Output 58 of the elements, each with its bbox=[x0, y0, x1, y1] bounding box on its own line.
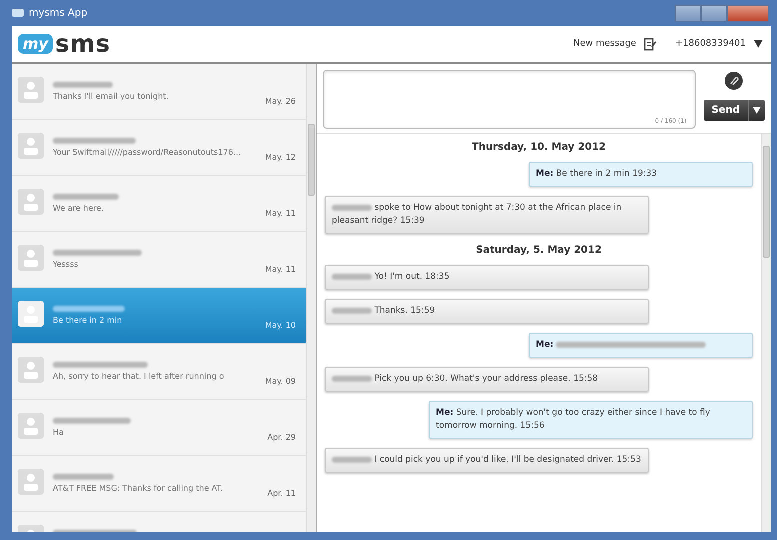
received-message: Yo! I'm out. 18:35 bbox=[325, 265, 649, 290]
message-preview: Yessss bbox=[53, 260, 80, 271]
new-message-button[interactable]: New message bbox=[574, 39, 636, 49]
redacted-name bbox=[332, 274, 372, 280]
date-separator: Thursday, 10. May 2012 bbox=[472, 142, 606, 153]
date-separator: Saturday, 5. May 2012 bbox=[476, 245, 602, 256]
conversation-item[interactable]: Your Swiftmail/////password/Reasonutouts176... May. 12 bbox=[12, 120, 306, 176]
app-icon bbox=[12, 9, 24, 17]
dropdown-caret-icon[interactable] bbox=[754, 40, 763, 48]
conversation-date: May. 11 bbox=[265, 264, 296, 274]
send-options-caret-icon[interactable] bbox=[753, 107, 761, 114]
redacted-name bbox=[332, 456, 372, 463]
conversation-item[interactable]: Be there in 2 min May. 10 bbox=[12, 288, 306, 344]
conversation-date: May. 26 bbox=[265, 96, 296, 106]
paperclip-icon[interactable] bbox=[725, 72, 744, 90]
sent-message: Me: bbox=[529, 333, 753, 358]
redacted-name bbox=[332, 376, 372, 382]
received-message: spoke to How about tonight at 7:30 at the African place in pleasant ridge? 15:39 bbox=[325, 196, 649, 234]
conversation-date: Apr. 29 bbox=[268, 432, 296, 442]
conversation-date: May. 11 bbox=[265, 208, 296, 218]
avatar-icon bbox=[18, 301, 44, 327]
redacted-name bbox=[332, 204, 372, 211]
close-button[interactable] bbox=[727, 4, 769, 22]
conversation-item[interactable]: We are here. May. 11 bbox=[12, 176, 306, 232]
redacted-name bbox=[53, 82, 113, 88]
redacted-name bbox=[53, 306, 125, 312]
minimize-button[interactable] bbox=[675, 4, 701, 22]
phone-number[interactable]: +18608339401 bbox=[675, 39, 746, 49]
window-title: mysms App bbox=[29, 8, 88, 18]
message-preview: Ha bbox=[53, 428, 65, 439]
conversation-date: May. 12 bbox=[265, 152, 296, 162]
received-message: I could pick you up if you'd like. I'll be designated driver. 15:53 bbox=[325, 448, 649, 473]
maximize-button[interactable] bbox=[701, 4, 727, 22]
message-preview: Your Swiftmail/////password/Reasonutouts176... bbox=[53, 148, 242, 159]
message-preview: Thanks I'll email you tonight. bbox=[53, 92, 170, 103]
sent-message: Me: Be there in 2 min 19:33 bbox=[529, 162, 753, 187]
conversation-date: Apr. 11 bbox=[268, 488, 296, 498]
logo-badge: my bbox=[18, 34, 54, 54]
redacted-name bbox=[332, 308, 372, 314]
received-message: Thanks. 15:59 bbox=[325, 299, 649, 324]
conversation-item[interactable]: Thanks I'll email you tonight. May. 26 bbox=[12, 64, 306, 120]
logo-text: sms bbox=[55, 30, 110, 58]
conversation-item[interactable]: AT&T FREE MSG: Thanks for calling the AT. Apr. 11 bbox=[12, 456, 306, 512]
sent-message: Me: Sure. I probably won't go too crazy either since I have to fly tomorrow morning. 15:56 bbox=[429, 401, 753, 439]
redacted-name bbox=[53, 474, 114, 480]
conversation-item[interactable]: Ha Apr. 29 bbox=[12, 400, 306, 456]
conversation-item[interactable]: Ah, sorry to hear that. I left after running o May. 09 bbox=[12, 344, 306, 400]
scrollbar[interactable] bbox=[306, 64, 316, 532]
message-preview: Ah, sorry to hear that. I left after running o bbox=[53, 372, 226, 383]
scrollbar[interactable] bbox=[761, 134, 771, 532]
message-preview: AT&T FREE MSG: Thanks for calling the AT. bbox=[53, 484, 224, 495]
compose-icon[interactable] bbox=[644, 38, 658, 50]
received-message: Pick you up 6:30. What's your address please. 15:58 bbox=[325, 367, 649, 392]
redacted-name bbox=[53, 194, 119, 200]
message-preview: We are here. bbox=[53, 204, 105, 215]
message-preview: Be there in 2 min bbox=[53, 316, 124, 327]
conversation-date: May. 10 bbox=[265, 320, 296, 330]
conversation-date: May. 09 bbox=[265, 376, 296, 386]
